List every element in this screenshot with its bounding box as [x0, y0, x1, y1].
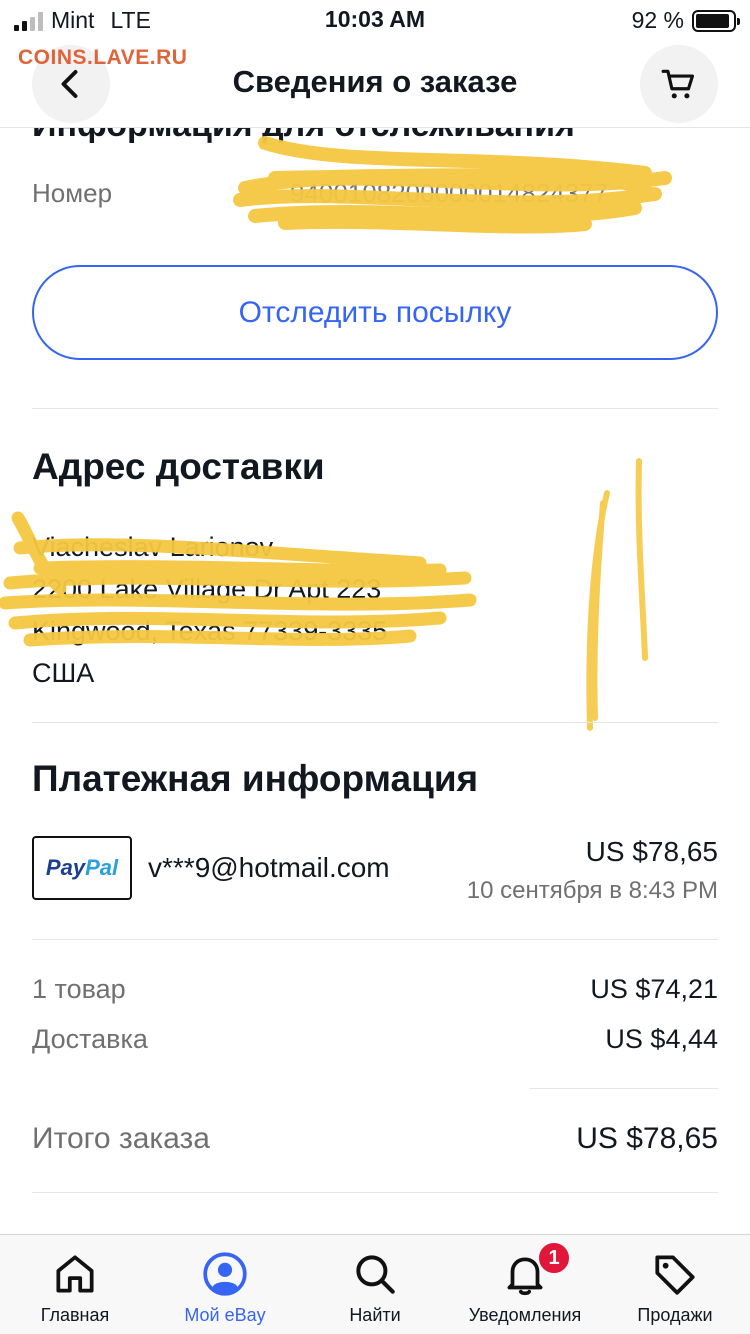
search-icon — [356, 1255, 395, 1294]
order-total-value: US $78,65 — [576, 1122, 718, 1155]
tracking-number-label: Номер — [32, 178, 113, 208]
tab-label: Найти — [349, 1305, 401, 1325]
divider — [32, 408, 718, 409]
home-icon — [56, 1255, 94, 1293]
divider — [32, 1192, 718, 1193]
tab-label: Главная — [40, 1305, 110, 1325]
recipient-name: Viacheslav Larionov — [32, 532, 274, 562]
cart-icon — [661, 69, 695, 99]
items-label: 1 товар — [32, 974, 126, 1004]
tag-icon — [655, 1255, 695, 1295]
watermark: COINS.LAVE.RU — [18, 46, 188, 69]
tab-label: Продажи — [637, 1305, 713, 1325]
tab-home[interactable]: Главная — [0, 1235, 150, 1334]
profile-icon — [203, 1252, 247, 1296]
tab-label: Мой eBay — [184, 1305, 266, 1325]
notification-badge: 1 — [537, 1241, 571, 1275]
divider — [32, 722, 718, 723]
cart-button[interactable] — [640, 45, 718, 123]
payer-email: v***9@hotmail.com — [148, 852, 390, 883]
bottom-tab-bar: Главная Мой eBay Найти 1 Уведомления Про… — [0, 1234, 750, 1334]
paypal-logo: Pay Pal — [32, 836, 132, 900]
tab-label: Уведомления — [468, 1305, 582, 1325]
status-right: 92 % — [631, 7, 740, 34]
payment-date: 10 сентября в 8:43 PM — [466, 877, 718, 904]
shipping-cost-label: Доставка — [32, 1024, 148, 1054]
shipping-address-heading: Адрес доставки — [32, 446, 325, 487]
address-country: США — [32, 658, 95, 688]
order-total-label: Итого заказа — [32, 1122, 210, 1155]
items-value: US $74,21 — [590, 974, 718, 1004]
tracking-number-value: 9400108200000014824377 — [290, 178, 609, 208]
tracking-heading: Информация для отслеживания — [32, 128, 575, 145]
track-package-button[interactable]: Отследить посылку — [32, 265, 718, 360]
redaction-scribble — [586, 458, 648, 731]
tab-search[interactable]: Найти — [300, 1235, 450, 1334]
payment-info-heading: Платежная информация — [32, 758, 479, 799]
divider — [32, 939, 718, 940]
battery-percent: 92 % — [631, 7, 684, 33]
battery-icon — [692, 9, 740, 32]
address-street: 2200 Lake Village Dr Apt 223 — [32, 574, 382, 604]
tab-notifications[interactable]: 1 Уведомления — [450, 1235, 600, 1334]
order-details-content[interactable]: Информация для отслеживания Номер 940010… — [0, 128, 750, 1234]
divider — [530, 1088, 718, 1089]
tab-my-ebay[interactable]: Мой eBay — [150, 1235, 300, 1334]
address-city: Kingwood, Texas 77339-3335 — [32, 616, 388, 646]
payment-amount: US $78,65 — [585, 836, 718, 867]
status-bar: Mint LTE 10:03 AM 92 % — [0, 0, 750, 40]
shipping-cost-value: US $4,44 — [605, 1024, 718, 1054]
tab-selling[interactable]: Продажи — [600, 1235, 750, 1334]
